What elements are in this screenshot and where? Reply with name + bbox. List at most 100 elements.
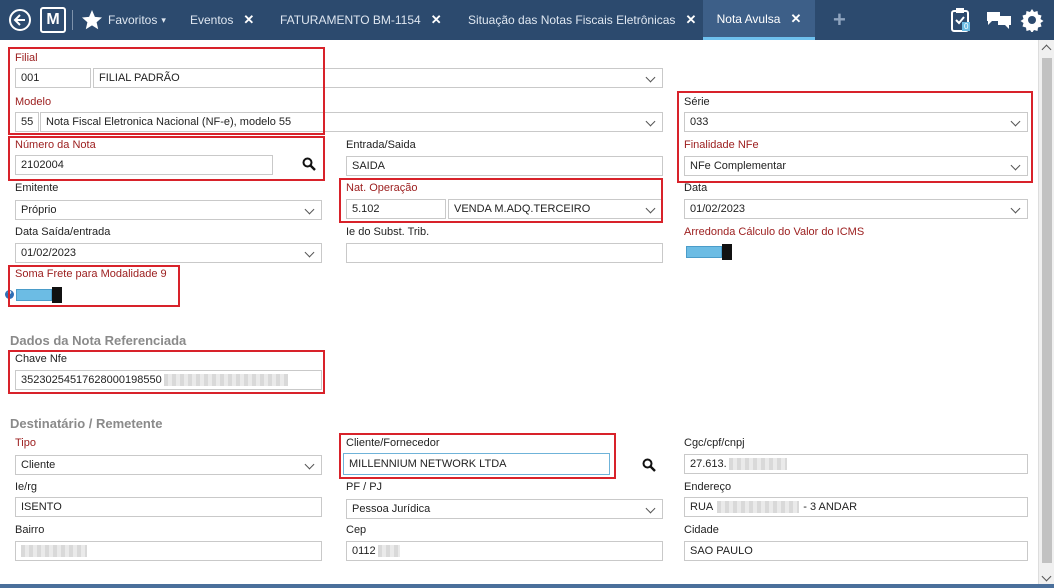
soma-frete-label: Soma Frete para Modalidade 9 xyxy=(15,268,167,280)
divider xyxy=(72,10,73,30)
pf-pj-label: PF / PJ xyxy=(346,481,383,493)
gear-icon[interactable] xyxy=(1020,8,1044,32)
cep-input[interactable]: 0112 xyxy=(346,541,663,561)
pf-pj-select[interactable]: Pessoa Jurídica xyxy=(346,499,663,519)
vertical-scrollbar[interactable] xyxy=(1038,40,1054,588)
chevron-down-icon xyxy=(645,116,656,127)
destinatario-section-title: Destinatário / Remetente xyxy=(10,416,163,431)
endereco-label: Endereço xyxy=(684,481,732,493)
serie-select[interactable]: 033 xyxy=(684,112,1028,132)
clipboard-icon[interactable]: 0 xyxy=(950,7,972,33)
scroll-up-icon[interactable] xyxy=(1041,44,1052,55)
tab-eventos[interactable]: Eventos ✕ xyxy=(190,0,254,40)
bairro-input[interactable] xyxy=(15,541,322,561)
nat-operacao-select[interactable]: VENDA M.ADQ.TERCEIRO xyxy=(448,199,663,219)
close-icon[interactable]: ✕ xyxy=(243,12,254,28)
tab-label: FATURAMENTO BM-1154 xyxy=(280,13,421,27)
cgc-label: Cgc/cpf/cnpj xyxy=(684,437,745,449)
emitente-label: Emitente xyxy=(15,182,59,194)
modelo-select[interactable]: Nota Fiscal Eletronica Nacional (NF-e), … xyxy=(40,112,663,132)
tab-label: Eventos xyxy=(190,13,234,27)
data-saida-select[interactable]: 01/02/2023 xyxy=(15,243,322,263)
numero-nota-label: Número da Nota xyxy=(15,139,96,151)
data-select[interactable]: 01/02/2023 xyxy=(684,199,1028,219)
chave-nfe-label: Chave Nfe xyxy=(15,353,67,365)
ie-subst-label: Ie do Subst. Trib. xyxy=(346,226,430,238)
ie-rg-label: Ie/rg xyxy=(15,481,38,493)
scroll-down-icon[interactable] xyxy=(1041,571,1052,582)
ie-rg-input[interactable]: ISENTO xyxy=(15,497,322,517)
filial-label: Filial xyxy=(15,52,38,64)
top-bar: M Favoritos ▾ Eventos ✕ FATURAMENTO BM-1… xyxy=(0,0,1054,40)
tab-situacao[interactable]: Situação das Notas Fiscais Eletrônicas ✕ xyxy=(468,0,696,40)
serie-label: Série xyxy=(684,96,710,108)
soma-frete-toggle[interactable] xyxy=(16,287,62,303)
toggle-track xyxy=(16,289,52,301)
data-label: Data xyxy=(684,182,708,194)
search-icon[interactable] xyxy=(642,458,656,475)
tab-label: Nota Avulsa xyxy=(716,11,781,26)
chevron-down-icon xyxy=(304,204,315,215)
chevron-down-icon xyxy=(304,459,315,470)
close-icon[interactable]: ✕ xyxy=(431,12,442,28)
arredonda-toggle[interactable] xyxy=(686,244,732,260)
cep-label: Cep xyxy=(346,524,367,536)
toggle-knob xyxy=(722,244,732,260)
redacted-text xyxy=(377,545,400,557)
cliente-input[interactable]: MILLENNIUM NETWORK LTDA xyxy=(343,453,610,475)
entrada-saida-label: Entrada/Saida xyxy=(346,139,416,151)
chevron-down-icon xyxy=(645,72,656,83)
nat-operacao-code-field[interactable]: 5.102 xyxy=(346,199,446,219)
entrada-saida-select[interactable]: SAIDA xyxy=(346,156,663,176)
tab-nota-avulsa[interactable]: Nota Avulsa ✕ xyxy=(703,0,815,40)
numero-nota-input[interactable]: 2102004 xyxy=(15,155,273,175)
tab-faturamento[interactable]: FATURAMENTO BM-1154 ✕ xyxy=(280,0,442,40)
referenciada-section-title: Dados da Nota Referenciada xyxy=(10,333,187,348)
nat-operacao-label: Nat. Operação xyxy=(346,182,418,194)
search-icon[interactable] xyxy=(302,157,316,174)
filial-select[interactable]: FILIAL PADRÃO xyxy=(93,68,663,88)
chat-icon[interactable] xyxy=(986,10,1012,30)
back-icon[interactable] xyxy=(8,8,32,32)
cidade-input[interactable]: SAO PAULO xyxy=(684,541,1028,561)
chave-nfe-input[interactable]: 35230254517628000198550 xyxy=(15,370,322,390)
ie-subst-input[interactable] xyxy=(346,243,663,263)
toggle-track xyxy=(686,246,722,258)
chevron-down-icon xyxy=(1010,116,1021,127)
close-icon[interactable]: ✕ xyxy=(790,11,801,27)
endereco-input[interactable]: RUA - 3 ANDAR xyxy=(684,497,1028,517)
favorites-label: Favoritos xyxy=(108,13,158,27)
modelo-code-field[interactable]: 55 xyxy=(15,112,39,132)
toggle-knob xyxy=(52,287,62,303)
cidade-label: Cidade xyxy=(684,524,719,536)
close-icon[interactable]: ✕ xyxy=(685,12,696,28)
logo-text: M xyxy=(46,11,60,28)
chevron-down-icon xyxy=(304,247,315,258)
add-tab-button[interactable]: + xyxy=(833,0,846,40)
redacted-text xyxy=(728,458,787,470)
logo-icon[interactable]: M xyxy=(40,7,66,33)
data-saida-label: Data Saída/entrada xyxy=(15,226,111,238)
cliente-label: Cliente/Fornecedor xyxy=(346,437,440,449)
tipo-label: Tipo xyxy=(15,437,36,449)
redacted-text xyxy=(21,545,87,557)
favorites-menu[interactable]: Favoritos ▾ xyxy=(108,0,166,40)
star-icon[interactable] xyxy=(80,8,104,32)
scrollbar-thumb[interactable] xyxy=(1042,58,1052,563)
chevron-down-icon xyxy=(1010,203,1021,214)
cgc-input[interactable]: 27.613. xyxy=(684,454,1028,474)
bottom-border xyxy=(0,584,1054,588)
redacted-text xyxy=(717,501,800,513)
caret-down-icon: ▾ xyxy=(161,14,166,25)
chevron-down-icon xyxy=(645,203,656,214)
filial-code-field[interactable]: 001 xyxy=(15,68,91,88)
chevron-down-icon xyxy=(1010,160,1021,171)
modelo-label: Modelo xyxy=(15,96,52,108)
tipo-select[interactable]: Cliente xyxy=(15,455,322,475)
help-icon[interactable]: ? xyxy=(5,290,14,299)
redacted-text xyxy=(163,374,288,386)
bairro-label: Bairro xyxy=(15,524,45,536)
plus-icon: + xyxy=(833,7,846,32)
emitente-select[interactable]: Próprio xyxy=(15,200,322,220)
finalidade-select[interactable]: NFe Complementar xyxy=(684,156,1028,176)
